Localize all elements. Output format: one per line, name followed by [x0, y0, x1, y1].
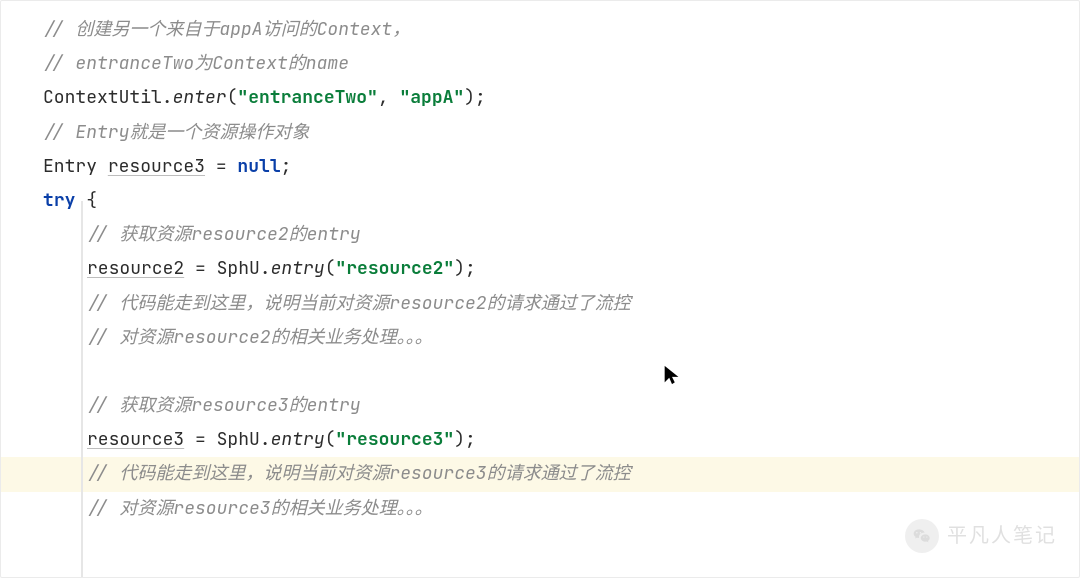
indent-guide [81, 201, 83, 577]
code-line: // entranceTwo为Context的name [43, 47, 1079, 81]
keyword: try [43, 189, 75, 212]
code-text: ( [325, 428, 336, 451]
code-text: ); [454, 257, 476, 280]
comment: // 代码能走到这里，说明当前对资源resource2的请求通过了流控 [87, 292, 631, 315]
comment: // Entry就是一个资源操作对象 [43, 121, 309, 144]
code-text: ); [464, 86, 486, 109]
code-line: // 对资源resource2的相关业务处理。。。 [43, 321, 1079, 355]
variable: resource2 [87, 257, 184, 280]
method-call: entry [271, 257, 325, 280]
code-line: resource2 = SphU.entry("resource2"); [43, 252, 1079, 286]
string-literal: "resource3" [335, 428, 454, 451]
code-text: ContextUtil. [43, 86, 173, 109]
string-literal: "entranceTwo" [237, 86, 377, 109]
string-literal: "resource2" [335, 257, 454, 280]
comment: // 对资源resource3的相关业务处理。。。 [87, 497, 433, 520]
code-line: // Entry就是一个资源操作对象 [43, 116, 1079, 150]
code-line: Entry resource3 = null; [43, 150, 1079, 184]
code-text: ); [454, 428, 476, 451]
variable: resource3 [87, 428, 184, 451]
comment: // 获取资源resource2的entry [87, 223, 361, 246]
code-text: = SphU. [184, 257, 270, 280]
watermark-text: 平凡人笔记 [947, 517, 1057, 555]
code-text: ; [281, 155, 292, 178]
code-editor: // 创建另一个来自于appA访问的Context， // entranceTw… [0, 0, 1080, 578]
variable: resource3 [108, 155, 205, 178]
code-text: Entry [43, 155, 108, 178]
watermark: 平凡人笔记 [905, 517, 1057, 555]
code-line: // 代码能走到这里，说明当前对资源resource2的请求通过了流控 [43, 287, 1079, 321]
code-line: resource3 = SphU.entry("resource3"); [43, 423, 1079, 457]
code-text: ( [325, 257, 336, 280]
method-call: entry [271, 428, 325, 451]
code-line: // 获取资源resource2的entry [43, 218, 1079, 252]
highlighted-line: // 代码能走到这里，说明当前对资源resource3的请求通过了流控 [1, 457, 1079, 491]
code-text: = SphU. [184, 428, 270, 451]
code-text: , [378, 86, 400, 109]
code-text: { [75, 189, 97, 212]
wechat-icon [905, 519, 939, 553]
keyword: null [237, 155, 280, 178]
code-line: ContextUtil.enter("entranceTwo", "appA")… [43, 81, 1079, 115]
string-literal: "appA" [399, 86, 464, 109]
code-line: // 获取资源resource3的entry [43, 389, 1079, 423]
code-line: try { [43, 184, 1079, 218]
code-text: ( [227, 86, 238, 109]
comment: // entranceTwo为Context的name [43, 52, 349, 75]
code-line: // 创建另一个来自于appA访问的Context， [43, 13, 1079, 47]
comment: // 获取资源resource3的entry [87, 394, 361, 417]
code-text: = [205, 155, 237, 178]
blank-line [43, 355, 1079, 389]
comment: // 对资源resource2的相关业务处理。。。 [87, 326, 433, 349]
comment: // 代码能走到这里，说明当前对资源resource3的请求通过了流控 [87, 462, 631, 485]
comment: // 创建另一个来自于appA访问的Context， [43, 18, 410, 41]
method-call: enter [173, 86, 227, 109]
